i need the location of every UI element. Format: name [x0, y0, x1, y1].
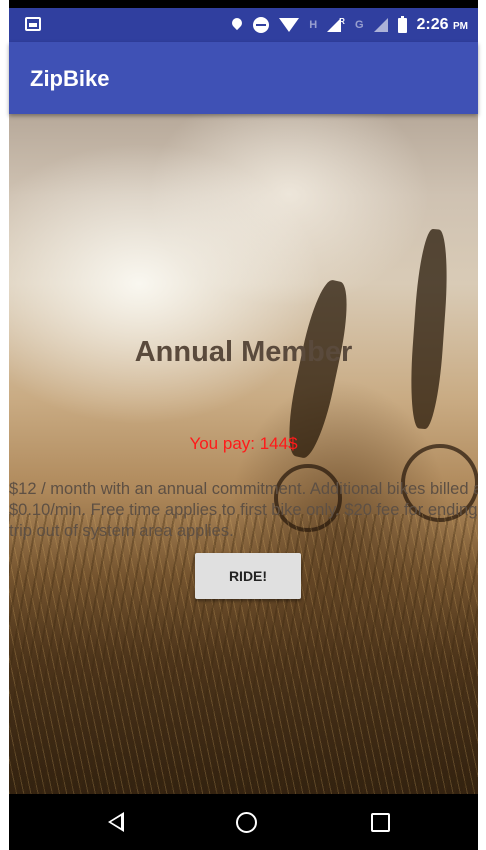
recent-apps-icon[interactable] — [371, 813, 390, 832]
image-icon — [25, 17, 41, 31]
plan-description: $12 / month with an annual commitment. A… — [9, 480, 478, 540]
plan-content: Annual Member You pay: 144$ $12 / month … — [9, 114, 478, 794]
network-type-r: R — [339, 16, 345, 26]
signal-icon-secondary — [373, 18, 388, 32]
network-type-g: G — [354, 19, 364, 31]
network-type-h: H — [309, 19, 318, 31]
right-frame-edge — [478, 0, 486, 850]
status-bar: H R G 2:26 PM — [9, 8, 478, 42]
do-not-disturb-icon — [253, 17, 270, 33]
navigation-bar — [9, 794, 478, 850]
back-icon[interactable] — [108, 812, 124, 832]
location-icon — [231, 18, 243, 32]
wifi-icon — [279, 18, 300, 32]
app-title: ZipBike — [30, 66, 110, 91]
clock: 2:26 PM — [416, 16, 468, 33]
app-bar: ZipBike — [9, 42, 478, 114]
price-text: You pay: 144$ — [189, 434, 298, 453]
battery-icon — [397, 15, 407, 33]
ride-button[interactable]: RIDE! — [195, 553, 301, 599]
home-icon[interactable] — [236, 812, 257, 833]
plan-heading: Annual Member — [134, 336, 353, 368]
top-black-edge — [0, 0, 486, 8]
left-frame-edge — [0, 0, 9, 850]
background-image: Annual Member You pay: 144$ $12 / month … — [9, 114, 478, 794]
